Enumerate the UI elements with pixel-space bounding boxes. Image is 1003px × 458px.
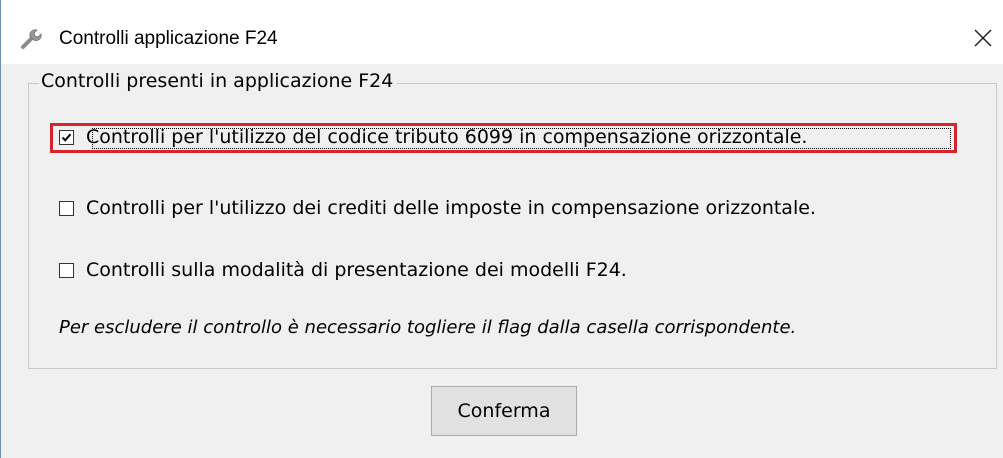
check-codice-tributo-6099[interactable]: Controlli per l'utilizzo del codice trib… (59, 126, 807, 148)
checkbox-unchecked[interactable] (59, 200, 74, 216)
title-bar: Controlli applicazione F24 (1, 0, 1003, 64)
confirm-button[interactable]: Conferma (431, 386, 577, 436)
checkbox-unchecked[interactable] (59, 262, 74, 278)
close-button[interactable] (963, 22, 1003, 58)
checkmark-icon (61, 133, 72, 142)
instruction-note: Per escludere il controllo è necessario … (59, 317, 797, 338)
check-label: Controlli per l'utilizzo del codice trib… (86, 126, 808, 148)
close-icon (973, 28, 993, 52)
wrench-icon (20, 27, 44, 51)
dialog-window: Controlli applicazione F24 Controlli pre… (0, 0, 1003, 458)
checkbox-checked[interactable] (59, 129, 74, 145)
groupbox-legend: Controlli presenti in applicazione F24 (39, 70, 398, 92)
check-label: Controlli per l'utilizzo dei crediti del… (86, 197, 816, 219)
check-label: Controlli sulla modalità di presentazion… (86, 259, 627, 281)
check-modalita-presentazione[interactable]: Controlli sulla modalità di presentazion… (59, 259, 627, 281)
window-title: Controlli applicazione F24 (59, 28, 278, 49)
check-crediti-imposte[interactable]: Controlli per l'utilizzo dei crediti del… (59, 197, 816, 219)
